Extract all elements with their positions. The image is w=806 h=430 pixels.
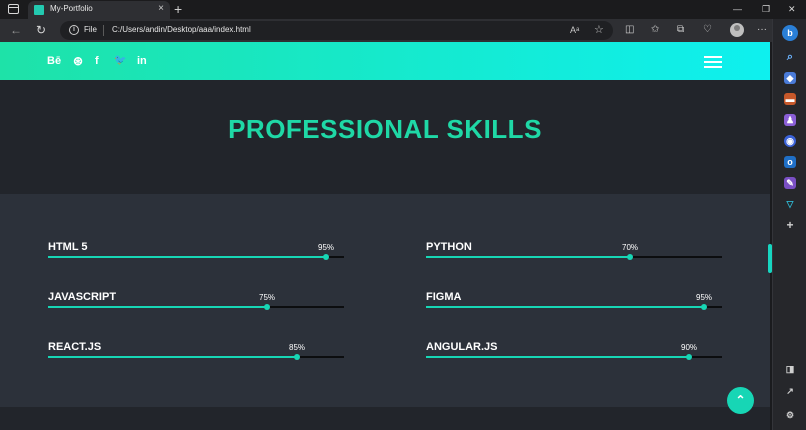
- skill-item: HTML 5 95%: [48, 241, 344, 265]
- refresh-icon[interactable]: ↻: [36, 22, 46, 38]
- skill-name: PYTHON: [426, 241, 472, 253]
- collections-icon[interactable]: ⧉: [677, 22, 684, 38]
- skill-progress-track: [48, 254, 344, 260]
- hamburger-icon[interactable]: [704, 56, 722, 68]
- linkedin-icon[interactable]: in: [137, 55, 147, 67]
- skill-name: REACT.JS: [48, 341, 102, 353]
- favicon-icon: [34, 5, 44, 15]
- tab-title: My-Portfolio: [50, 4, 93, 13]
- skill-item: REACT.JS 85%: [48, 341, 344, 365]
- games-icon[interactable]: ♟: [784, 114, 796, 126]
- twitter-icon[interactable]: 🐦: [114, 55, 126, 67]
- tab-close-icon[interactable]: ×: [158, 3, 164, 15]
- skill-percent: 95%: [317, 243, 335, 252]
- skill-percent: 95%: [695, 293, 713, 302]
- add-sidebar-app-icon[interactable]: +: [784, 219, 796, 231]
- chevron-up-icon: ⌃: [735, 393, 746, 407]
- browser-toolbar: ← ↻ i File C:/Users/andin/Desktop/aaa/in…: [0, 19, 806, 42]
- bing-copilot-icon[interactable]: b: [782, 25, 798, 41]
- skills-heading-section: PROFESSIONAL SKILLS: [0, 80, 770, 194]
- skill-progress-track: [426, 354, 722, 360]
- skill-progress-knob: [701, 304, 707, 310]
- page-scrollbar-track[interactable]: [770, 42, 772, 430]
- skill-progress-knob: [323, 254, 329, 260]
- skill-progress-knob: [627, 254, 633, 260]
- search-icon[interactable]: ⌕: [784, 51, 796, 63]
- skill-progress-knob: [264, 304, 270, 310]
- address-bar[interactable]: i File C:/Users/andin/Desktop/aaa/index.…: [60, 21, 613, 40]
- skill-name: HTML 5: [48, 241, 88, 253]
- skill-name: JAVASCRIPT: [48, 291, 117, 303]
- more-options-icon[interactable]: ···: [757, 22, 767, 38]
- minimize-button[interactable]: —: [733, 2, 742, 16]
- window-menu-icon[interactable]: [8, 4, 19, 14]
- tools-briefcase-icon[interactable]: ▬: [784, 93, 796, 105]
- skill-progress-fill: [48, 356, 297, 358]
- skill-item: PYTHON 70%: [426, 241, 722, 265]
- skill-name: ANGULAR.JS: [426, 341, 498, 353]
- skill-progress-fill: [426, 256, 630, 258]
- skill-progress-track: [426, 304, 722, 310]
- skill-item: FIGMA 95%: [426, 291, 722, 315]
- read-aloud-icon[interactable]: Aᵃ: [570, 24, 579, 36]
- edge-sidebar: b ⌕ ◆ ▬ ♟ ◉ o ✎ ▽ + ◨ ↗ ⚙: [772, 19, 806, 430]
- info-icon[interactable]: i: [69, 25, 79, 35]
- sidebar-settings-gear-icon[interactable]: ⚙: [784, 409, 796, 421]
- drop-icon[interactable]: ▽: [784, 198, 796, 210]
- outlook-icon[interactable]: o: [784, 156, 796, 168]
- browser-essentials-icon[interactable]: ♡: [703, 22, 712, 38]
- skill-progress-track: [48, 304, 344, 310]
- back-to-top-button[interactable]: ⌃: [727, 387, 754, 414]
- file-label: File: [84, 25, 97, 34]
- skill-progress-track: [48, 354, 344, 360]
- skill-progress-fill: [426, 306, 704, 308]
- new-tab-button[interactable]: +: [174, 0, 182, 18]
- skill-name: FIGMA: [426, 291, 462, 303]
- section-title: PROFESSIONAL SKILLS: [228, 114, 542, 144]
- url-divider: [103, 25, 104, 36]
- back-arrow-icon[interactable]: ←: [10, 22, 22, 38]
- skill-percent: 85%: [288, 343, 306, 352]
- microsoft-365-icon[interactable]: ◉: [784, 135, 796, 147]
- profile-avatar[interactable]: [730, 23, 744, 37]
- browser-tab-bar: My-Portfolio × + — ❐ ✕: [0, 0, 806, 19]
- skill-progress-fill: [426, 356, 689, 358]
- dribbble-icon[interactable]: ⊛: [73, 55, 83, 67]
- skill-percent: 75%: [258, 293, 276, 302]
- split-screen-icon[interactable]: ◫: [625, 22, 634, 38]
- page-viewport: Bē ⊛ f 🐦 in PROFESSIONAL SKILLS HTML 5 9…: [0, 42, 770, 430]
- hide-sidebar-icon[interactable]: ◨: [784, 363, 796, 375]
- skill-item: JAVASCRIPT 75%: [48, 291, 344, 315]
- browser-tab[interactable]: My-Portfolio ×: [28, 1, 170, 19]
- skill-item: ANGULAR.JS 90%: [426, 341, 722, 365]
- favorite-star-icon[interactable]: ☆: [594, 24, 604, 36]
- skill-percent: 70%: [621, 243, 639, 252]
- skill-progress-knob: [686, 354, 692, 360]
- behance-icon[interactable]: Bē: [47, 55, 61, 67]
- skill-progress-knob: [294, 354, 300, 360]
- external-link-icon[interactable]: ↗: [784, 385, 796, 397]
- skill-percent: 90%: [680, 343, 698, 352]
- shopping-tag-icon[interactable]: ◆: [784, 72, 796, 84]
- skill-progress-track: [426, 254, 722, 260]
- maximize-button[interactable]: ❐: [762, 2, 770, 16]
- page-scrollbar-thumb[interactable]: [768, 244, 772, 273]
- favorites-icon[interactable]: ✩: [651, 22, 659, 38]
- designer-icon[interactable]: ✎: [784, 177, 796, 189]
- facebook-icon[interactable]: f: [95, 55, 99, 67]
- url-text[interactable]: C:/Users/andin/Desktop/aaa/index.html: [112, 25, 251, 34]
- skill-progress-fill: [48, 306, 267, 308]
- skills-section: HTML 5 95% PYTHON 70% JAVASCRIPT 75% FIG…: [0, 194, 770, 407]
- site-header: Bē ⊛ f 🐦 in: [0, 42, 770, 80]
- next-section-edge: [0, 407, 770, 430]
- close-window-button[interactable]: ✕: [788, 2, 796, 16]
- skill-progress-fill: [48, 256, 326, 258]
